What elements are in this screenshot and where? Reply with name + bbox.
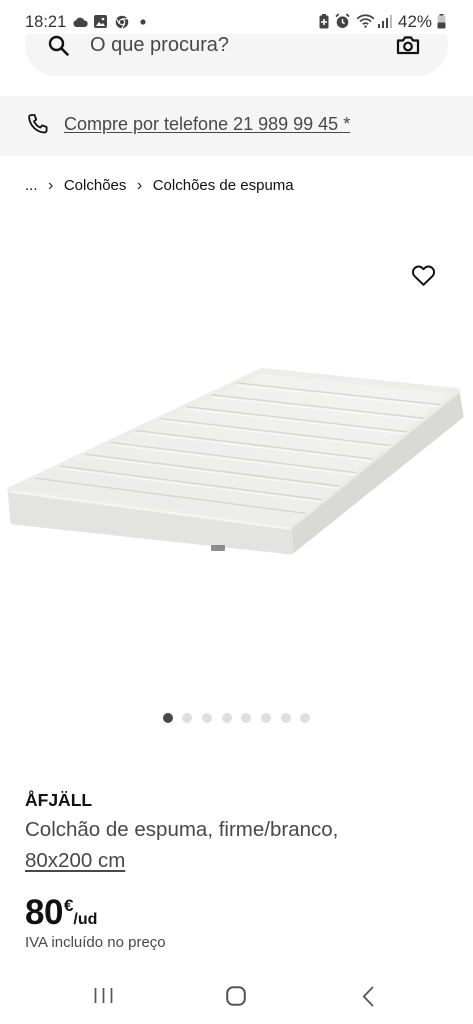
carousel-dot[interactable]	[221, 713, 232, 723]
mattress-image	[7, 368, 464, 555]
search-icon[interactable]	[48, 35, 70, 57]
notification-dot	[140, 19, 146, 25]
carousel-dot[interactable]	[201, 713, 212, 723]
cloud-icon	[73, 17, 88, 27]
carousel-dot[interactable]	[182, 713, 193, 723]
carousel-dot[interactable]	[261, 713, 272, 723]
alarm-icon	[335, 13, 350, 28]
price-currency: €	[63, 896, 74, 915]
breadcrumb-item-more[interactable]: ...	[25, 176, 38, 196]
phone-order-link[interactable]: Compre por telefone 21 989 99 45 *	[64, 113, 350, 135]
carousel-dot-active[interactable]	[162, 713, 173, 723]
carousel-dot[interactable]	[280, 713, 291, 723]
phone-banner: Compre por telefone 21 989 99 45 *	[0, 96, 473, 156]
battery-saver-icon	[319, 14, 329, 29]
chrome-icon	[115, 15, 129, 29]
battery-level: 42%	[398, 12, 433, 31]
product-image[interactable]	[0, 210, 473, 700]
price-unit: /ud	[73, 911, 98, 928]
product-price: 80€/ud	[25, 886, 98, 932]
phone-icon	[28, 114, 48, 134]
battery-icon	[437, 14, 446, 29]
breadcrumb-separator: ›	[48, 177, 54, 194]
status-time: 18:21	[25, 13, 67, 31]
gallery-icon	[94, 15, 107, 28]
carousel-dots	[0, 713, 473, 723]
breadcrumb-separator: ›	[136, 177, 143, 194]
wifi-icon	[356, 14, 375, 28]
breadcrumb-item-colchoes[interactable]: Colchões	[64, 176, 127, 196]
product-description: Colchão de espuma, firme/branco,	[25, 818, 339, 841]
search-input[interactable]: O que procura?	[90, 33, 380, 57]
recent-apps-icon[interactable]	[94, 987, 113, 1004]
product-name[interactable]: ÅFJÄLL	[25, 790, 92, 810]
tax-note: IVA incluído no preço	[25, 934, 166, 951]
camera-icon[interactable]	[396, 35, 420, 55]
breadcrumb: ... › Colchões › Colchões de espuma	[25, 176, 294, 196]
carousel-dot[interactable]	[241, 713, 252, 723]
product-size-link[interactable]: 80x200 cm	[25, 849, 125, 873]
status-bar: 18:21 42%	[0, 0, 473, 34]
price-amount: 80	[25, 893, 63, 932]
home-icon[interactable]	[226, 986, 246, 1006]
carousel-dot[interactable]	[300, 713, 311, 723]
signal-icon	[378, 15, 392, 28]
breadcrumb-item-colchoes-de-espuma[interactable]: Colchões de espuma	[153, 176, 294, 196]
system-nav-bar	[0, 970, 473, 1024]
back-icon[interactable]	[362, 986, 374, 1007]
heart-icon[interactable]	[412, 265, 435, 286]
